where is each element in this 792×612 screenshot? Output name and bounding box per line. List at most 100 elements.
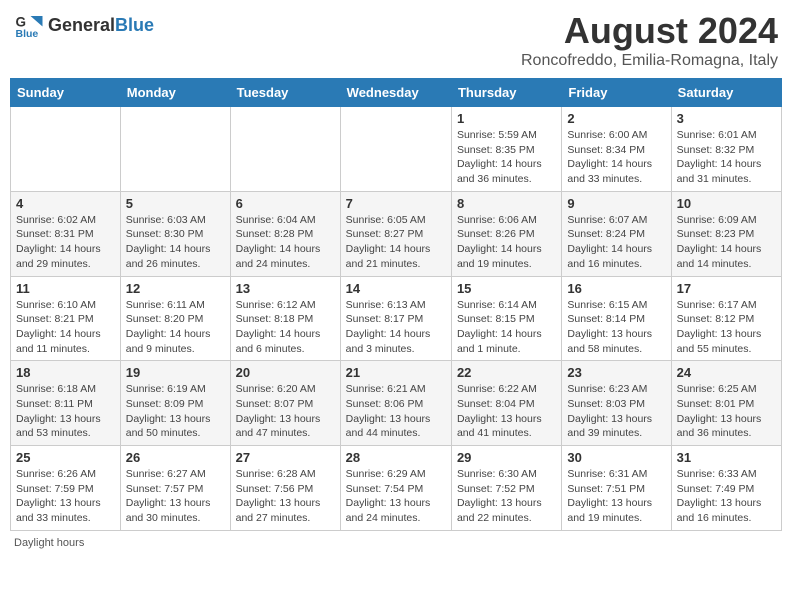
day-number: 12 [126,281,225,296]
main-title: August 2024 [521,10,778,52]
day-of-week-header: Friday [562,79,671,107]
day-info: Sunrise: 6:09 AM Sunset: 8:23 PM Dayligh… [677,213,776,272]
day-number: 5 [126,196,225,211]
calendar-cell: 20Sunrise: 6:20 AM Sunset: 8:07 PM Dayli… [230,361,340,446]
day-of-week-header: Wednesday [340,79,451,107]
calendar-cell [230,107,340,192]
calendar-cell: 3Sunrise: 6:01 AM Sunset: 8:32 PM Daylig… [671,107,781,192]
day-number: 26 [126,450,225,465]
day-info: Sunrise: 6:29 AM Sunset: 7:54 PM Dayligh… [346,467,446,526]
day-info: Sunrise: 6:19 AM Sunset: 8:09 PM Dayligh… [126,382,225,441]
calendar-cell: 27 Sunrise: 6:28 AM Sunset: 7:56 PM Dayli… [230,446,340,531]
day-info: Sunrise: 6:27 AM Sunset: 7:57 PM Dayligh… [126,467,225,526]
calendar-header-row: SundayMondayTuesdayWednesdayThursdayFrid… [11,79,782,107]
day-number: 25 [16,450,115,465]
calendar-cell [340,107,451,192]
day-info: Sunrise: 6:17 AM Sunset: 8:12 PM Dayligh… [677,298,776,357]
calendar-cell: 8Sunrise: 6:06 AM Sunset: 8:26 PM Daylig… [451,191,561,276]
calendar-cell: 24 Sunrise: 6:25 AM Sunset: 8:01 PM Dayli… [671,361,781,446]
calendar-cell: 12 Sunrise: 6:11 AM Sunset: 8:20 PM Dayli… [120,276,230,361]
calendar-cell: 18Sunrise: 6:18 AM Sunset: 8:11 PM Dayli… [11,361,121,446]
calendar-cell: 30Sunrise: 6:31 AM Sunset: 7:51 PM Dayli… [562,446,671,531]
calendar-cell: 25 Sunrise: 6:26 AM Sunset: 7:59 PM Dayli… [11,446,121,531]
day-of-week-header: Saturday [671,79,781,107]
day-of-week-header: Sunday [11,79,121,107]
day-info: Sunrise: 6:05 AM Sunset: 8:27 PM Dayligh… [346,213,446,272]
calendar-cell: 9 Sunrise: 6:07 AM Sunset: 8:24 PM Daylig… [562,191,671,276]
footer-note: Daylight hours [10,537,782,549]
day-number: 6 [236,196,335,211]
day-info: Sunrise: 5:59 AM Sunset: 8:35 PM Dayligh… [457,128,556,187]
day-of-week-header: Tuesday [230,79,340,107]
day-number: 27 [236,450,335,465]
day-number: 17 [677,281,776,296]
day-info: Sunrise: 6:20 AM Sunset: 8:07 PM Dayligh… [236,382,335,441]
day-info: Sunrise: 6:23 AM Sunset: 8:03 PM Dayligh… [567,382,665,441]
day-number: 13 [236,281,335,296]
calendar-cell: 10 Sunrise: 6:09 AM Sunset: 8:23 PM Dayli… [671,191,781,276]
day-info: Sunrise: 6:25 AM Sunset: 8:01 PM Dayligh… [677,382,776,441]
day-number: 30 [567,450,665,465]
calendar-cell: 31Sunrise: 6:33 AM Sunset: 7:49 PM Dayli… [671,446,781,531]
calendar-week-row: 11Sunrise: 6:10 AM Sunset: 8:21 PM Dayli… [11,276,782,361]
day-number: 23 [567,365,665,380]
svg-text:Blue: Blue [16,28,39,40]
day-info: Sunrise: 6:15 AM Sunset: 8:14 PM Dayligh… [567,298,665,357]
calendar-cell: 23 Sunrise: 6:23 AM Sunset: 8:03 PM Dayli… [562,361,671,446]
day-number: 9 [567,196,665,211]
calendar-cell: 1Sunrise: 5:59 AM Sunset: 8:35 PM Daylig… [451,107,561,192]
day-number: 18 [16,365,115,380]
calendar-cell: 13 Sunrise: 6:12 AM Sunset: 8:18 PM Dayli… [230,276,340,361]
day-info: Sunrise: 6:26 AM Sunset: 7:59 PM Dayligh… [16,467,115,526]
day-info: Sunrise: 6:00 AM Sunset: 8:34 PM Dayligh… [567,128,665,187]
calendar-cell: 4Sunrise: 6:02 AM Sunset: 8:31 PM Daylig… [11,191,121,276]
calendar-week-row: 1Sunrise: 5:59 AM Sunset: 8:35 PM Daylig… [11,107,782,192]
title-area: August 2024 Roncofreddo, Emilia-Romagna,… [521,10,778,70]
calendar-cell: 29 Sunrise: 6:30 AM Sunset: 7:52 PM Dayli… [451,446,561,531]
day-number: 3 [677,111,776,126]
calendar-week-row: 4Sunrise: 6:02 AM Sunset: 8:31 PM Daylig… [11,191,782,276]
day-info: Sunrise: 6:30 AM Sunset: 7:52 PM Dayligh… [457,467,556,526]
day-number: 24 [677,365,776,380]
calendar-cell: 7 Sunrise: 6:05 AM Sunset: 8:27 PM Daylig… [340,191,451,276]
day-info: Sunrise: 6:11 AM Sunset: 8:20 PM Dayligh… [126,298,225,357]
calendar-week-row: 18Sunrise: 6:18 AM Sunset: 8:11 PM Dayli… [11,361,782,446]
page-header: G Blue GeneralBlue August 2024 Roncofred… [10,10,782,70]
calendar-cell: 15Sunrise: 6:14 AM Sunset: 8:15 PM Dayli… [451,276,561,361]
day-info: Sunrise: 6:21 AM Sunset: 8:06 PM Dayligh… [346,382,446,441]
svg-text:G: G [16,15,27,30]
day-number: 11 [16,281,115,296]
calendar-cell: 14Sunrise: 6:13 AM Sunset: 8:17 PM Dayli… [340,276,451,361]
calendar-cell: 17 Sunrise: 6:17 AM Sunset: 8:12 PM Dayli… [671,276,781,361]
day-number: 28 [346,450,446,465]
calendar-week-row: 25 Sunrise: 6:26 AM Sunset: 7:59 PM Dayli… [11,446,782,531]
day-number: 31 [677,450,776,465]
calendar-cell: 26 Sunrise: 6:27 AM Sunset: 7:57 PM Dayli… [120,446,230,531]
day-info: Sunrise: 6:02 AM Sunset: 8:31 PM Dayligh… [16,213,115,272]
calendar-cell [11,107,121,192]
day-number: 2 [567,111,665,126]
day-number: 7 [346,196,446,211]
calendar-table: SundayMondayTuesdayWednesdayThursdayFrid… [10,78,782,531]
day-number: 19 [126,365,225,380]
logo: G Blue GeneralBlue [14,10,154,40]
calendar-cell: 28 Sunrise: 6:29 AM Sunset: 7:54 PM Dayli… [340,446,451,531]
day-number: 29 [457,450,556,465]
day-info: Sunrise: 6:14 AM Sunset: 8:15 PM Dayligh… [457,298,556,357]
day-info: Sunrise: 6:12 AM Sunset: 8:18 PM Dayligh… [236,298,335,357]
day-info: Sunrise: 6:04 AM Sunset: 8:28 PM Dayligh… [236,213,335,272]
day-info: Sunrise: 6:03 AM Sunset: 8:30 PM Dayligh… [126,213,225,272]
day-info: Sunrise: 6:07 AM Sunset: 8:24 PM Dayligh… [567,213,665,272]
day-of-week-header: Thursday [451,79,561,107]
day-info: Sunrise: 6:28 AM Sunset: 7:56 PM Dayligh… [236,467,335,526]
day-number: 21 [346,365,446,380]
calendar-cell: 16Sunrise: 6:15 AM Sunset: 8:14 PM Dayli… [562,276,671,361]
calendar-cell: 21 Sunrise: 6:21 AM Sunset: 8:06 PM Dayli… [340,361,451,446]
day-number: 14 [346,281,446,296]
day-number: 10 [677,196,776,211]
day-info: Sunrise: 6:06 AM Sunset: 8:26 PM Dayligh… [457,213,556,272]
subtitle: Roncofreddo, Emilia-Romagna, Italy [521,52,778,70]
calendar-cell: 2 Sunrise: 6:00 AM Sunset: 8:34 PM Daylig… [562,107,671,192]
day-number: 22 [457,365,556,380]
logo-icon: G Blue [14,10,44,40]
